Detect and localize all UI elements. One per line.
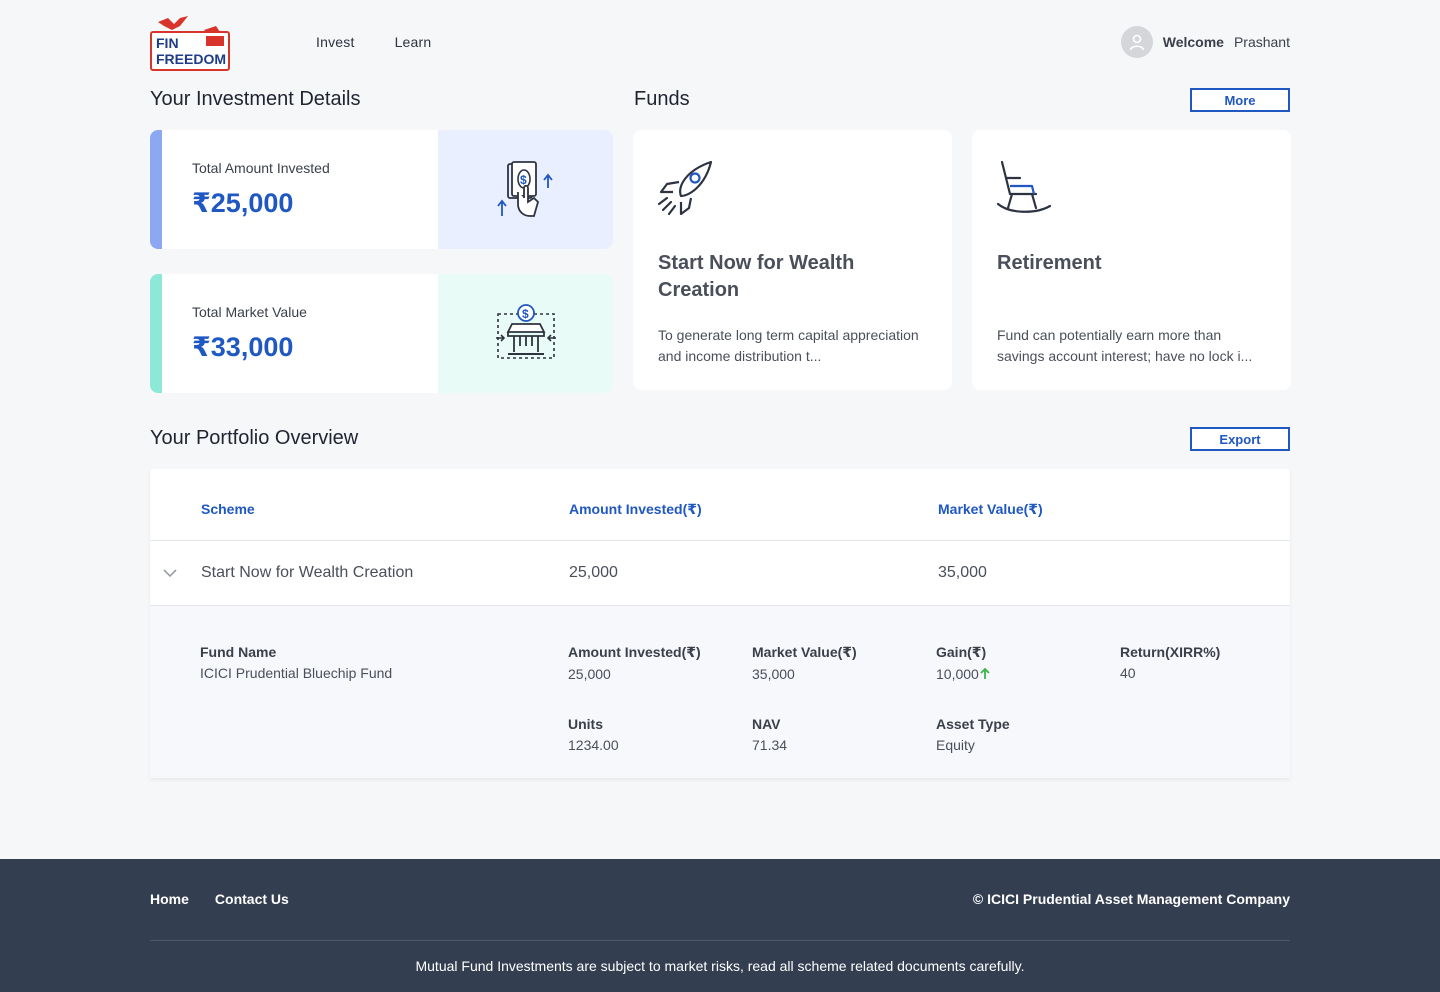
- money-hand-icon: $: [496, 160, 553, 217]
- detail-asset-type: Asset Type Equity: [936, 716, 1010, 753]
- total-invested-value: ₹25,000: [192, 188, 294, 218]
- invested-icon-panel: $: [438, 130, 613, 249]
- card-accent: [150, 274, 162, 393]
- footer-link-home[interactable]: Home: [150, 891, 189, 907]
- export-button[interactable]: Export: [1190, 427, 1290, 451]
- svg-text:$: $: [522, 307, 529, 321]
- fund-description: To generate long term capital appreciati…: [658, 327, 919, 364]
- user-name: Prashant: [1233, 34, 1290, 50]
- row-details: Fund Name ICICI Prudential Bluechip Fund…: [150, 606, 1290, 778]
- detail-gain: Gain(₹) 10,000: [936, 644, 991, 682]
- detail-fund-name: Fund Name ICICI Prudential Bluechip Fund: [200, 644, 393, 681]
- more-button[interactable]: More: [1190, 88, 1290, 112]
- rocking-chair-icon: [996, 160, 1052, 213]
- market-stall-icon: $: [495, 303, 556, 359]
- total-market-value: ₹33,000: [192, 332, 294, 362]
- header: FIN FREEDOM Invest Learn Welcome Prashan…: [150, 12, 1290, 72]
- funds-title: Funds: [634, 88, 690, 110]
- column-market-value[interactable]: Market Value(₹): [938, 501, 1043, 518]
- investment-title: Your Investment Details: [150, 88, 361, 110]
- detail-nav: NAV 71.34: [752, 716, 788, 753]
- fin-freedom-logo[interactable]: FIN FREEDOM: [150, 14, 232, 72]
- table-row[interactable]: Start Now for Wealth Creation 25,000 35,…: [150, 541, 1290, 606]
- total-market-label: Total Market Value: [192, 304, 307, 320]
- avatar[interactable]: [1120, 26, 1153, 58]
- table-header: Scheme Amount Invested(₹) Market Value(₹…: [150, 469, 1290, 541]
- row-market-value: 35,000: [938, 564, 987, 581]
- detail-return: Return(XIRR%) 40: [1120, 644, 1221, 681]
- svg-text:FIN: FIN: [156, 35, 179, 51]
- rocket-icon: [657, 160, 713, 216]
- footer-divider: [150, 940, 1290, 941]
- detail-amount-invested: Amount Invested(₹) 25,000: [568, 644, 701, 682]
- total-market-card: Total Market Value ₹33,000 $: [150, 274, 613, 393]
- row-scheme: Start Now for Wealth Creation: [201, 564, 414, 581]
- copyright: © ICICI Prudential Asset Management Comp…: [972, 891, 1290, 907]
- footer-link-contact[interactable]: Contact Us: [215, 891, 289, 907]
- row-invested: 25,000: [569, 564, 618, 581]
- total-invested-card: Total Amount Invested ₹25,000 $: [150, 130, 613, 249]
- disclaimer: Mutual Fund Investments are subject to m…: [415, 958, 1025, 974]
- arrow-up-icon: [980, 667, 990, 679]
- footer-links: Home Contact Us: [150, 891, 289, 907]
- user-menu[interactable]: Welcome Prashant: [1120, 26, 1290, 58]
- nav-invest[interactable]: Invest: [316, 34, 355, 50]
- total-invested-label: Total Amount Invested: [192, 160, 330, 176]
- portfolio-table: Scheme Amount Invested(₹) Market Value(₹…: [150, 469, 1290, 778]
- nav-learn[interactable]: Learn: [395, 34, 432, 50]
- user-icon: [1129, 34, 1145, 51]
- column-scheme[interactable]: Scheme: [201, 501, 255, 517]
- footer: Home Contact Us © ICICI Prudential Asset…: [0, 859, 1440, 992]
- detail-units: Units 1234.00: [568, 716, 619, 753]
- column-amount-invested[interactable]: Amount Invested(₹): [569, 501, 702, 518]
- main-nav: Invest Learn: [316, 34, 431, 50]
- detail-market-value: Market Value(₹) 35,000: [752, 644, 857, 682]
- portfolio-title: Your Portfolio Overview: [150, 427, 359, 449]
- svg-text:FREEDOM: FREEDOM: [156, 51, 226, 67]
- chevron-down-icon[interactable]: [162, 567, 178, 579]
- fund-card-wealth[interactable]: Start Now for Wealth Creation To generat…: [633, 130, 952, 390]
- market-icon-panel: $: [438, 274, 613, 393]
- card-accent: [150, 130, 162, 249]
- fund-card-retirement[interactable]: Retirement Fund can potentially earn mor…: [972, 130, 1291, 390]
- fund-title: Retirement: [997, 252, 1102, 274]
- welcome-label: Welcome: [1162, 34, 1224, 50]
- fund-description: Fund can potentially earn more than savi…: [997, 327, 1253, 364]
- fund-title: Start Now for Wealth Creation: [658, 252, 855, 301]
